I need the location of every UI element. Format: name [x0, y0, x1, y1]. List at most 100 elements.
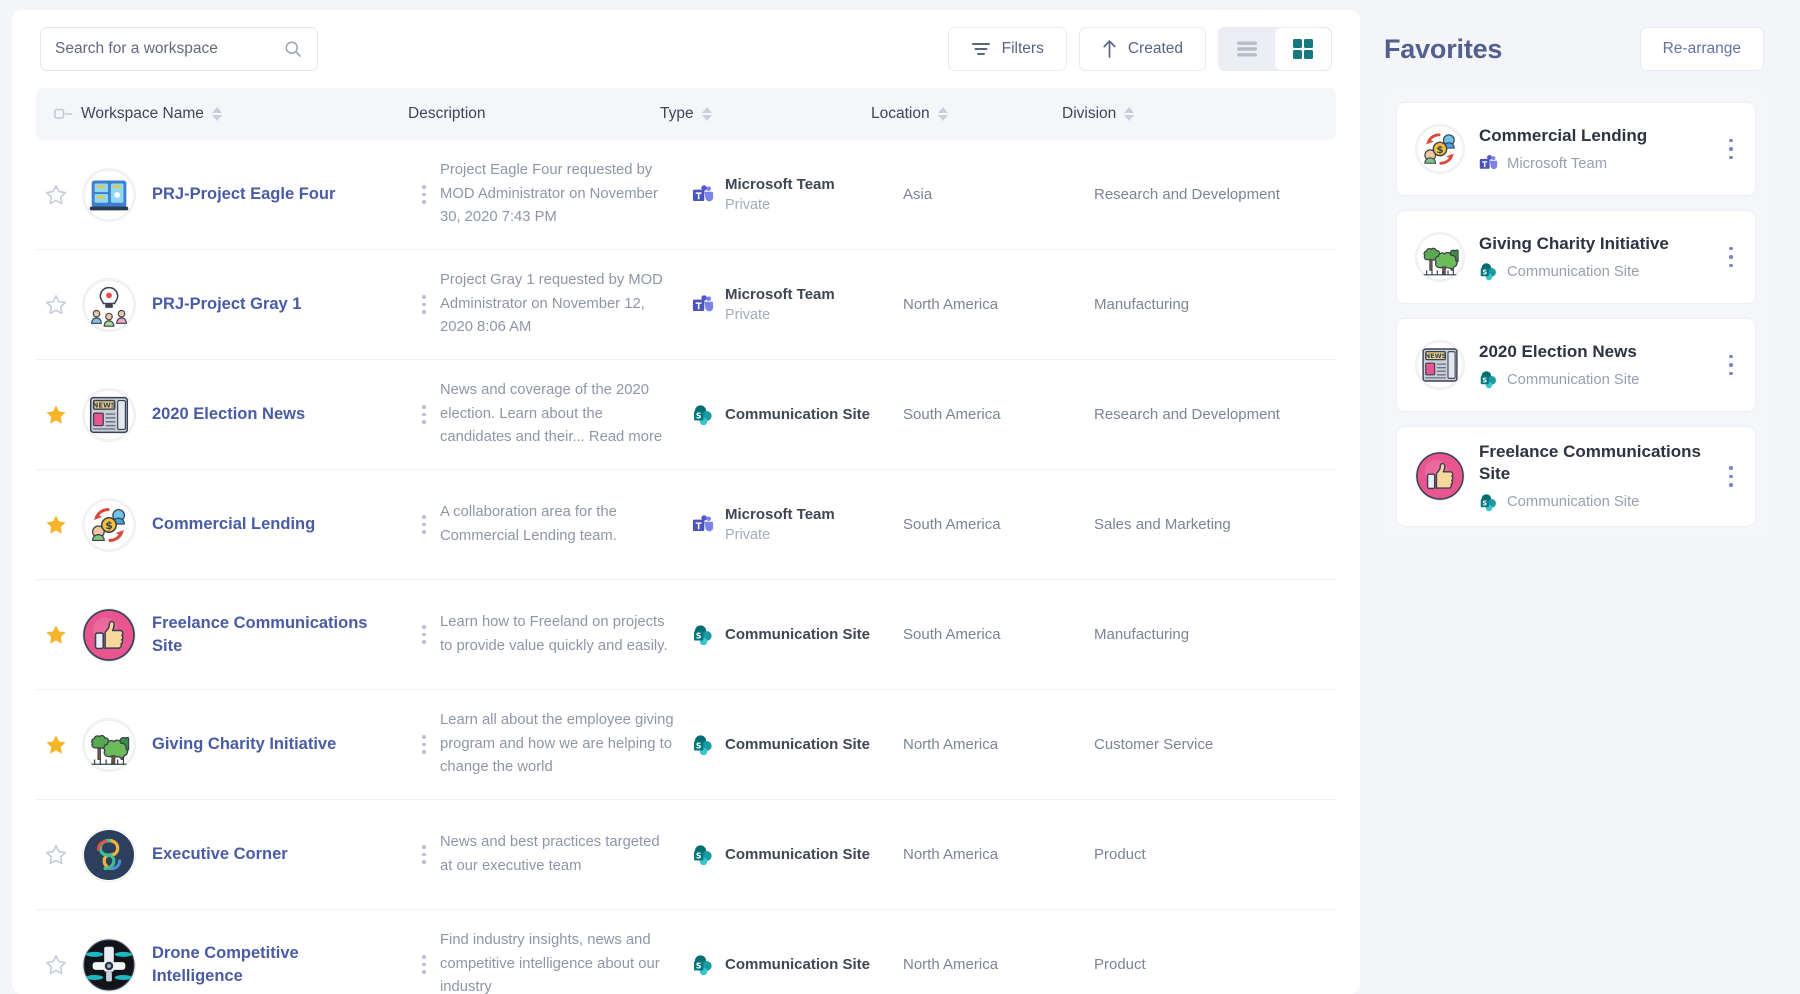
table-row[interactable]: Drone Competitive Intelligence Find indu…	[36, 910, 1336, 994]
favorite-card-title[interactable]: Giving Charity Initiative	[1479, 233, 1707, 255]
table-row[interactable]: PRJ-Project Gray 1 Project Gray 1 reques…	[36, 250, 1336, 360]
privacy-label: Private	[725, 197, 835, 213]
cell-location: South America	[903, 406, 1094, 423]
table-row[interactable]: Giving Charity Initiative Learn all abou…	[36, 690, 1336, 800]
cell-workspace-name: $ Commercial Lending	[36, 498, 408, 552]
workspace-name-link[interactable]: 2020 Election News	[152, 403, 305, 426]
workspace-name-link[interactable]: PRJ-Project Eagle Four	[152, 183, 335, 206]
row-actions-menu[interactable]	[408, 733, 440, 756]
newspaper-icon: NEWS	[1415, 340, 1465, 390]
workspace-name-link[interactable]: Freelance Communications Site	[152, 612, 382, 658]
microsoft-teams-icon	[692, 514, 714, 536]
sharepoint-icon: S	[692, 844, 714, 866]
star-filled-icon	[44, 623, 68, 647]
favorite-card[interactable]: Freelance Communications Site S Communic…	[1396, 426, 1756, 527]
row-actions-menu[interactable]	[408, 403, 440, 426]
row-actions-menu[interactable]	[408, 293, 440, 316]
sort-toggle-location[interactable]	[938, 107, 948, 121]
filters-button[interactable]: Filters	[948, 27, 1067, 71]
search-input[interactable]	[55, 40, 283, 58]
favorites-header: Favorites Re-arrange	[1382, 10, 1770, 88]
cell-location: North America	[903, 846, 1094, 863]
workspace-directory-page: Filters Created	[0, 0, 1800, 994]
sort-created-button[interactable]: Created	[1079, 27, 1206, 71]
favorite-star-toggle[interactable]	[44, 953, 74, 977]
svg-text:S: S	[1482, 269, 1487, 277]
sharepoint-icon: S	[692, 734, 714, 756]
favorite-star-toggle[interactable]	[44, 183, 74, 207]
favorite-card[interactable]: $ Commercial Lending Microsoft Team	[1396, 102, 1756, 196]
cell-description: Find industry insights, news and competi…	[440, 929, 692, 994]
row-actions-menu[interactable]	[408, 183, 440, 206]
cell-location: South America	[903, 626, 1094, 643]
sharepoint-icon: S	[692, 624, 714, 646]
favorite-card-title[interactable]: 2020 Election News	[1479, 341, 1707, 363]
cell-workspace-name: PRJ-Project Gray 1	[36, 278, 408, 332]
table-header-row: Workspace Name Description Type Location…	[36, 88, 1336, 140]
workspace-name-link[interactable]: Giving Charity Initiative	[152, 733, 336, 756]
sharepoint-icon: S	[1479, 262, 1498, 281]
favorite-star-toggle[interactable]	[44, 843, 74, 867]
favorite-card-title[interactable]: Commercial Lending	[1479, 125, 1707, 147]
favorite-card-menu[interactable]	[1721, 244, 1741, 270]
column-header-location[interactable]: Location	[871, 105, 1062, 123]
cell-workspace-name: Giving Charity Initiative	[36, 718, 408, 772]
rearrange-button[interactable]: Re-arrange	[1640, 27, 1764, 71]
workspace-name-link[interactable]: Executive Corner	[152, 843, 288, 866]
sharepoint-icon: S	[692, 734, 714, 756]
column-header-location-label: Location	[871, 105, 930, 123]
microsoft-teams-icon	[692, 294, 714, 316]
svg-text:NEWS: NEWS	[1425, 352, 1447, 360]
favorite-star-toggle[interactable]	[44, 293, 74, 317]
favorite-star-toggle[interactable]	[44, 623, 74, 647]
favorite-card-type-label: Communication Site	[1507, 494, 1639, 510]
cell-division: Product	[1094, 956, 1336, 973]
workspace-name-link[interactable]: Commercial Lending	[152, 513, 315, 536]
favorite-star-toggle[interactable]	[44, 733, 74, 757]
favorite-card-menu[interactable]	[1721, 464, 1741, 490]
cell-division: Manufacturing	[1094, 296, 1336, 313]
favorite-star-toggle[interactable]	[44, 403, 74, 427]
cell-location: North America	[903, 736, 1094, 753]
thumbs-up-icon	[1415, 451, 1465, 501]
cell-division: Sales and Marketing	[1094, 516, 1336, 533]
list-view-button[interactable]	[1219, 28, 1275, 70]
cell-division: Research and Development	[1094, 406, 1336, 423]
favorite-card-menu[interactable]	[1721, 352, 1741, 378]
favorite-card-type: S Communication Site	[1479, 370, 1707, 389]
table-row[interactable]: PRJ-Project Eagle Four Project Eagle Fou…	[36, 140, 1336, 250]
favorite-card[interactable]: Giving Charity Initiative S Communicatio…	[1396, 210, 1756, 304]
read-more-link[interactable]: Read more	[589, 429, 662, 445]
svg-text:S: S	[696, 741, 702, 750]
favorites-panel: Favorites Re-arrange $ Commercial Lendin…	[1360, 10, 1788, 994]
sort-toggle-type[interactable]	[702, 107, 712, 121]
favorite-card-title[interactable]: Freelance Communications Site	[1479, 441, 1707, 486]
favorite-card-menu[interactable]	[1721, 136, 1741, 162]
row-actions-menu[interactable]	[408, 953, 440, 976]
row-actions-menu[interactable]	[408, 843, 440, 866]
cell-workspace-name: Drone Competitive Intelligence	[36, 938, 408, 992]
sharepoint-icon: S	[692, 404, 714, 426]
favorite-star-toggle[interactable]	[44, 513, 74, 537]
column-header-type[interactable]: Type	[660, 105, 871, 123]
table-row[interactable]: $ Commercial Lending A collaboration are…	[36, 470, 1336, 580]
microsoft-teams-icon	[1479, 154, 1498, 173]
table-row[interactable]: NEWS 2020 Election News News and coverag…	[36, 360, 1336, 470]
column-header-division[interactable]: Division	[1062, 105, 1336, 123]
table-row[interactable]: Executive Corner News and best practices…	[36, 800, 1336, 910]
column-header-name[interactable]: Workspace Name	[36, 105, 408, 123]
workspace-name-link[interactable]: Drone Competitive Intelligence	[152, 942, 382, 988]
row-actions-menu[interactable]	[408, 513, 440, 536]
workspace-name-link[interactable]: PRJ-Project Gray 1	[152, 293, 301, 316]
sort-toggle-division[interactable]	[1124, 107, 1134, 121]
grid-view-button[interactable]	[1275, 28, 1331, 70]
favorites-title: Favorites	[1384, 34, 1502, 65]
favorite-card[interactable]: NEWS 2020 Election News S Communication …	[1396, 318, 1756, 412]
search-input-wrapper[interactable]	[40, 27, 318, 71]
cell-division: Manufacturing	[1094, 626, 1336, 643]
sharepoint-icon: S	[692, 624, 714, 646]
search-icon[interactable]	[283, 39, 303, 59]
row-actions-menu[interactable]	[408, 623, 440, 646]
table-row[interactable]: Freelance Communications Site Learn how …	[36, 580, 1336, 690]
sort-toggle-name[interactable]	[212, 107, 222, 121]
